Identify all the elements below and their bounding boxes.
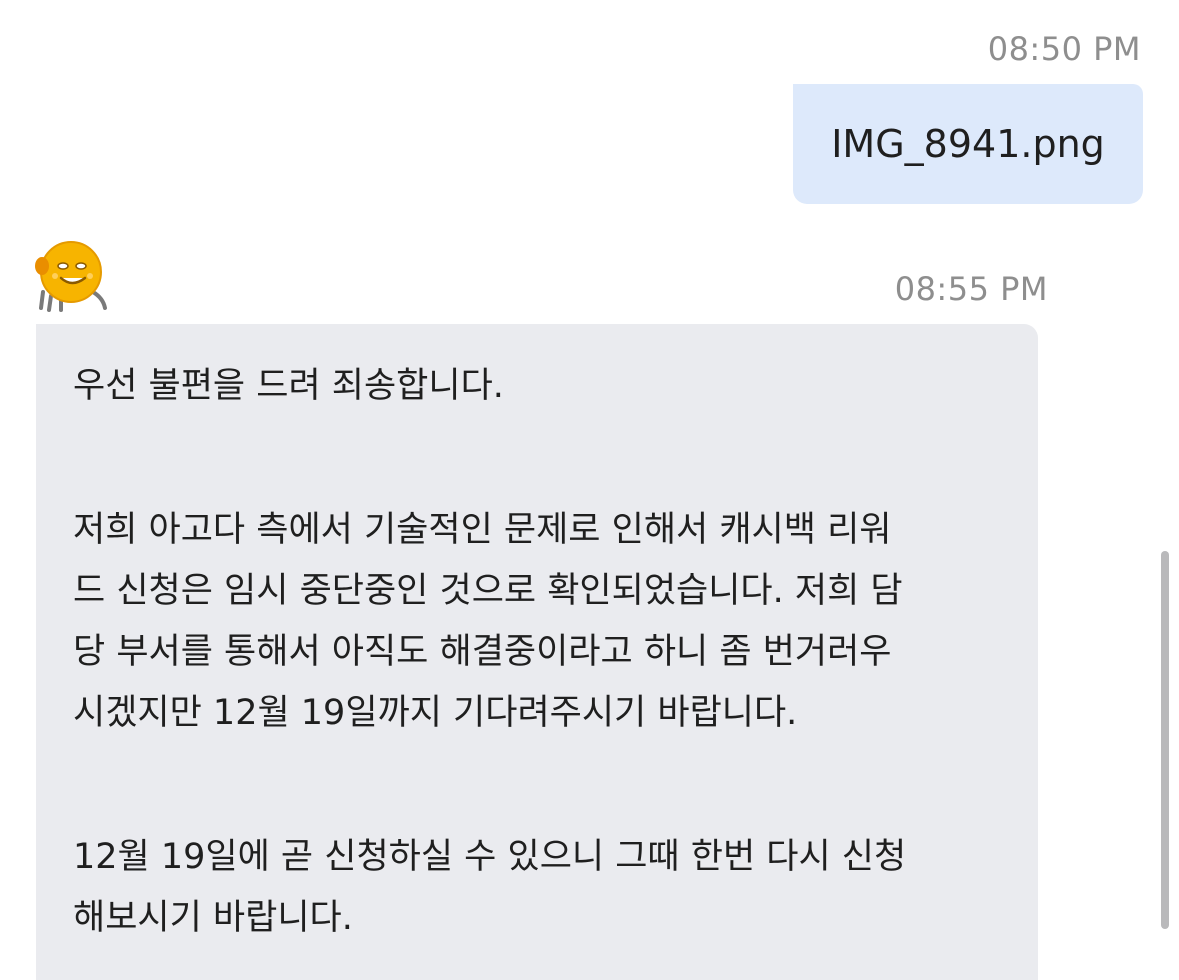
chat-thread: 08:50 PM IMG_8941.png 08:55 PM 우선 불편을 드려… — [0, 0, 1179, 980]
attachment-file-name[interactable]: IMG_8941.png — [831, 122, 1105, 166]
outgoing-attachment-bubble[interactable]: IMG_8941.png — [793, 84, 1143, 204]
smiling-bot-mascot-icon — [33, 238, 107, 312]
message-paragraph: 우선 불편을 드려 죄송합니다. — [73, 366, 504, 406]
vertical-scrollbar[interactable] — [1161, 551, 1169, 929]
outgoing-timestamp: 08:50 PM — [987, 30, 1141, 68]
incoming-timestamp: 08:55 PM — [894, 270, 1048, 308]
message-paragraph: 저희 아고다 측에서 기술적인 문제로 인해서 캐시백 리워 드 신청은 임시 … — [73, 510, 903, 733]
incoming-message-bubble: 우선 불편을 드려 죄송합니다. 저희 아고다 측에서 기술적인 문제로 인해서… — [36, 324, 1038, 980]
message-paragraph: 12월 19일에 곧 신청하실 수 있으니 그때 한번 다시 신청 해보시기 바… — [73, 837, 907, 938]
